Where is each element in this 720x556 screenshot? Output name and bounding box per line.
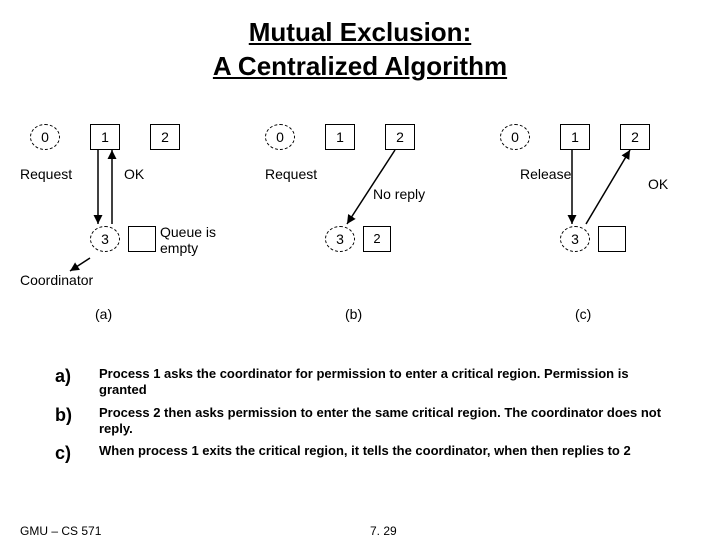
title-line-2: A Centralized Algorithm	[213, 51, 507, 81]
note-a-key: a)	[55, 366, 99, 399]
panel-c: 0 1 2 3 Release OK	[490, 116, 710, 326]
arrows-b	[255, 116, 475, 326]
note-c: c) When process 1 exits the critical reg…	[55, 443, 675, 464]
note-a: a) Process 1 asks the coordinator for pe…	[55, 366, 675, 399]
title-line-1: Mutual Exclusion:	[249, 17, 471, 47]
note-c-key: c)	[55, 443, 99, 464]
diagram-area: 0 1 2 3 Request OK Queue is empty Coordi…	[20, 116, 700, 326]
note-c-text: When process 1 exits the critical region…	[99, 443, 675, 464]
caption-a: (a)	[95, 306, 112, 322]
footer-left: GMU – CS 571	[20, 524, 101, 538]
arrows-a	[20, 116, 240, 326]
arrows-c	[490, 116, 710, 326]
caption-c: (c)	[575, 306, 591, 322]
notes-list: a) Process 1 asks the coordinator for pe…	[55, 366, 675, 470]
caption-b: (b)	[345, 306, 362, 322]
page-title: Mutual Exclusion: A Centralized Algorith…	[0, 16, 720, 84]
footer: GMU – CS 571 7. 29	[20, 524, 700, 538]
panel-b: 0 1 2 3 2 Request No reply	[255, 116, 475, 326]
note-b-key: b)	[55, 405, 99, 438]
note-b-text: Process 2 then asks permission to enter …	[99, 405, 675, 438]
note-b: b) Process 2 then asks permission to ent…	[55, 405, 675, 438]
note-a-text: Process 1 asks the coordinator for permi…	[99, 366, 675, 399]
footer-page: 7. 29	[370, 524, 397, 538]
panel-a: 0 1 2 3 Request OK Queue is empty Coordi…	[20, 116, 240, 326]
